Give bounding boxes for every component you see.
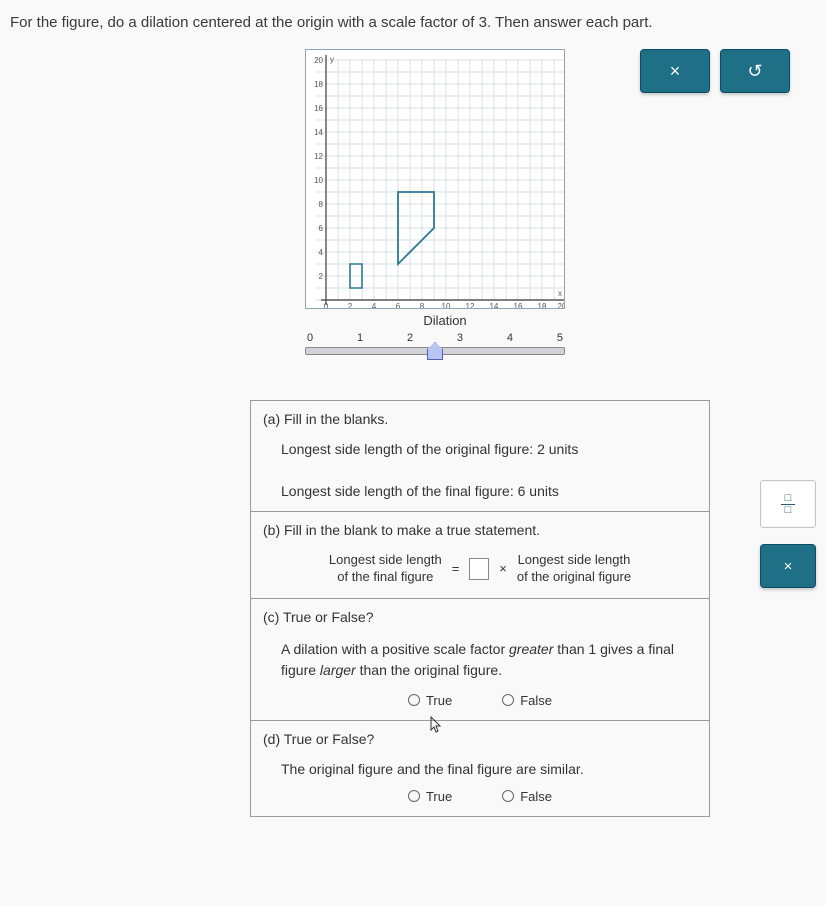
svg-text:8: 8: [319, 200, 324, 209]
svg-text:2: 2: [319, 272, 324, 281]
x-icon: ×: [784, 558, 793, 575]
graph-section: x y 20 18 16 14 12 10 8 6 4 2 0 2 4 6 8 10 12 14 16 18 20 D…: [305, 49, 585, 355]
radio-icon: [502, 790, 514, 802]
svg-text:20: 20: [558, 302, 565, 309]
reset-button[interactable]: ↺: [720, 49, 790, 93]
qb-left: Longest side lengthof the final figure: [329, 552, 442, 586]
coordinate-grid[interactable]: x y 20 18 16 14 12 10 8 6 4 2 0 2 4 6 8 10 12 14 16 18 20: [305, 49, 565, 309]
svg-text:14: 14: [314, 128, 323, 137]
qd-true[interactable]: True: [408, 789, 452, 804]
svg-text:y: y: [330, 55, 334, 64]
svg-text:16: 16: [514, 302, 523, 309]
svg-text:18: 18: [314, 80, 323, 89]
svg-text:4: 4: [372, 302, 377, 309]
qa-line2: Longest side length of the final figure:…: [263, 483, 697, 499]
close-button[interactable]: ×: [640, 49, 710, 93]
refresh-icon: ↺: [747, 61, 762, 82]
slider-track[interactable]: [305, 347, 565, 355]
qb-equation: Longest side lengthof the final figure =…: [263, 552, 697, 586]
svg-text:8: 8: [420, 302, 425, 309]
qd-options: True False: [263, 789, 697, 804]
question-d: (d) True or False? The original figure a…: [251, 721, 709, 816]
svg-text:14: 14: [490, 302, 499, 309]
questions-panel: (a) Fill in the blanks. Longest side len…: [250, 400, 710, 817]
question-b: (b) Fill in the blank to make a true sta…: [251, 512, 709, 599]
times-sign: ×: [499, 561, 507, 576]
qc-options: True False: [263, 693, 697, 708]
fraction-icon: □ □: [781, 493, 795, 516]
svg-text:20: 20: [314, 56, 323, 65]
svg-text:6: 6: [396, 302, 401, 309]
dilation-label: Dilation: [305, 313, 585, 328]
question-prompt: For the figure, do a dilation centered a…: [0, 0, 825, 49]
svg-text:10: 10: [314, 176, 323, 185]
question-c: (c) True or False? A dilation with a pos…: [251, 599, 709, 721]
svg-text:16: 16: [314, 104, 323, 113]
fraction-tool[interactable]: □ □: [760, 480, 816, 528]
qa-head: (a) Fill in the blanks.: [263, 411, 697, 427]
svg-text:6: 6: [319, 224, 324, 233]
svg-text:2: 2: [348, 302, 353, 309]
qb-head: (b) Fill in the blank to make a true sta…: [263, 522, 697, 538]
svg-text:18: 18: [538, 302, 547, 309]
radio-icon: [502, 694, 514, 706]
close-icon: ×: [670, 61, 681, 82]
grid-svg: x y 20 18 16 14 12 10 8 6 4 2 0 2 4 6 8 10 12 14 16 18 20: [306, 50, 565, 309]
svg-text:0: 0: [324, 302, 329, 309]
action-buttons: × ↺: [640, 49, 790, 93]
slider-thumb[interactable]: [427, 342, 443, 360]
dilation-slider[interactable]: 012345: [305, 332, 565, 355]
qc-false[interactable]: False: [502, 693, 552, 708]
clear-button[interactable]: ×: [760, 544, 816, 588]
qb-right: Longest side lengthof the original figur…: [517, 552, 631, 586]
answer-a1: 2: [537, 441, 545, 457]
qc-body: A dilation with a positive scale factor …: [263, 639, 697, 681]
radio-icon: [408, 790, 420, 802]
svg-text:12: 12: [314, 152, 323, 161]
equals-sign: =: [452, 561, 460, 576]
qa-line1: Longest side length of the original figu…: [263, 441, 697, 457]
svg-text:12: 12: [466, 302, 475, 309]
scale-factor-input[interactable]: [469, 558, 489, 580]
qd-head: (d) True or False?: [263, 731, 697, 747]
svg-text:4: 4: [319, 248, 324, 257]
svg-text:x: x: [558, 289, 562, 298]
side-toolbox: □ □ ×: [760, 480, 816, 588]
radio-icon: [408, 694, 420, 706]
qd-false[interactable]: False: [502, 789, 552, 804]
qc-head: (c) True or False?: [263, 609, 697, 625]
qd-body: The original figure and the final figure…: [263, 761, 697, 777]
question-a: (a) Fill in the blanks. Longest side len…: [251, 401, 709, 512]
svg-text:10: 10: [442, 302, 451, 309]
qc-true[interactable]: True: [408, 693, 452, 708]
